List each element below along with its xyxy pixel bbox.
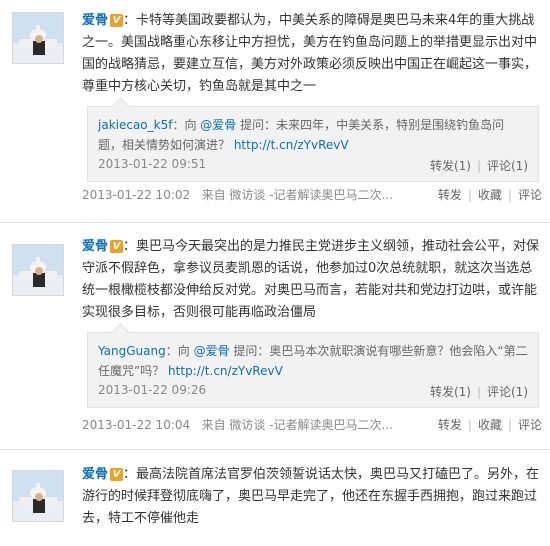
avatar[interactable]: [12, 12, 64, 64]
quote-url[interactable]: http://t.cn/zYvRevV: [234, 138, 349, 152]
post-time[interactable]: 2013-01-22 10:02: [82, 188, 190, 202]
quote-meta: 2013-01-22 09:51 转发(1) | 评论(1): [98, 157, 528, 173]
author-name[interactable]: 爱骨: [82, 467, 108, 482]
post-text: 爱骨 V ：最高法院首席法官罗伯茨领誓说话太快，奥巴马又打磕巴了。另外，在游行的时候…: [82, 464, 542, 530]
divider: |: [476, 385, 481, 399]
quote-comment-button[interactable]: 评论(1): [487, 159, 528, 173]
favorite-button[interactable]: 收藏: [478, 188, 502, 202]
post-1: 爱骨 V ：卡特等美国政要都认为，中美关系的障碍是奥巴马未来4年的重大挑战之一。美国…: [0, 0, 550, 215]
divider: |: [467, 418, 472, 432]
verified-badge-icon: V: [110, 468, 124, 481]
quote-text: YangGuang：向 @爱骨 提问：奥巴马本次就职演说有哪些新意？他会陷入“第…: [98, 341, 528, 381]
verified-badge-icon: V: [110, 14, 124, 27]
repost-button[interactable]: 转发: [438, 188, 462, 202]
post-meta: 2013-01-22 10:02 来自 微访谈 -记者解读奥巴马二次... 转发…: [82, 186, 542, 203]
quote-prefix: ：向: [172, 118, 201, 132]
avatar[interactable]: [12, 244, 64, 296]
divider: |: [507, 418, 512, 432]
post-text: 爱骨 V ：奥巴马今天最突出的是力推民主党进步主义纲领，推动社会公平，对保守派不假辞…: [82, 236, 542, 324]
divider: |: [507, 188, 512, 202]
capitol-avatar-icon: [13, 245, 63, 295]
quote-prefix: ：向: [165, 344, 194, 358]
post-source[interactable]: 来自 微访谈 -记者解读奥巴马二次...: [202, 418, 393, 432]
quote-arrow: [111, 323, 130, 342]
quote-repost-button[interactable]: 转发(1): [430, 385, 471, 399]
quote-time[interactable]: 2013-01-22 09:26: [98, 383, 206, 397]
comment-button[interactable]: 评论: [518, 418, 542, 432]
post-body: ：卡特等美国政要都认为，中美关系的障碍是奥巴马未来4年的重大挑战之一。美国战略重…: [82, 13, 538, 94]
post-time[interactable]: 2013-01-22 10:04: [82, 418, 190, 432]
quote-meta: 2013-01-22 09:26 转发(1) | 评论(1): [98, 383, 528, 399]
comment-button[interactable]: 评论: [518, 188, 542, 202]
quoted-post: jakiecao_k5f：向 @爱骨 提问：未来四年，中美关系，特别是围绕钓鱼岛…: [87, 97, 539, 182]
author-name[interactable]: 爱骨: [82, 13, 108, 28]
post-3: 爱骨 V ：最高法院首席法官罗伯茨领誓说话太快，奥巴马又打磕巴了。另外，在游行的时候…: [0, 458, 550, 546]
author-name[interactable]: 爱骨: [82, 239, 108, 254]
post-body: ：奥巴马今天最突出的是力推民主党进步主义纲领，推动社会公平，对保守派不假辞色，拿…: [82, 239, 540, 320]
quote-mention[interactable]: @爱骨: [194, 344, 230, 358]
quote-user[interactable]: YangGuang: [98, 344, 166, 358]
quote-url[interactable]: http://t.cn/zYvRevV: [168, 364, 283, 378]
avatar[interactable]: [12, 470, 64, 522]
quote-repost-button[interactable]: 转发(1): [430, 159, 471, 173]
post-divider: [0, 449, 550, 450]
divider: |: [476, 159, 481, 173]
post-2: 爱骨 V ：奥巴马今天最突出的是力推民主党进步主义纲领，推动社会公平，对保守派不假辞…: [0, 232, 550, 442]
post-source[interactable]: 来自 微访谈 -记者解读奥巴马二次...: [202, 188, 393, 202]
weibo-feed: 爱骨 V ：卡特等美国政要都认为，中美关系的障碍是奥巴马未来4年的重大挑战之一。美国…: [0, 0, 550, 546]
quote-comment-button[interactable]: 评论(1): [487, 385, 528, 399]
capitol-avatar-icon: [13, 471, 63, 521]
quote-arrow: [111, 97, 130, 116]
verified-badge-icon: V: [110, 240, 124, 253]
quote-user[interactable]: jakiecao_k5f: [98, 118, 172, 132]
quote-time[interactable]: 2013-01-22 09:51: [98, 157, 206, 171]
post-meta: 2013-01-22 10:04 来自 微访谈 -记者解读奥巴马二次... 转发…: [82, 416, 542, 433]
post-text: 爱骨 V ：卡特等美国政要都认为，中美关系的障碍是奥巴马未来4年的重大挑战之一。美国…: [82, 10, 542, 98]
capitol-avatar-icon: [13, 13, 63, 63]
quote-mention[interactable]: @爱骨: [200, 118, 236, 132]
post-divider: [0, 222, 550, 223]
quoted-post: YangGuang：向 @爱骨 提问：奥巴马本次就职演说有哪些新意？他会陷入“第…: [87, 323, 539, 408]
quote-text: jakiecao_k5f：向 @爱骨 提问：未来四年，中美关系，特别是围绕钓鱼岛…: [98, 115, 528, 155]
repost-button[interactable]: 转发: [438, 418, 462, 432]
divider: |: [467, 188, 472, 202]
post-body: ：最高法院首席法官罗伯茨领誓说话太快，奥巴马又打磕巴了。另外，在游行的时候拜登彻…: [82, 467, 540, 526]
favorite-button[interactable]: 收藏: [478, 418, 502, 432]
